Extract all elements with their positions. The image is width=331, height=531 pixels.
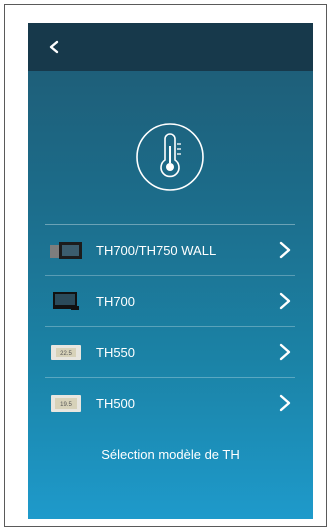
svg-text:22.5: 22.5 — [60, 351, 72, 357]
thermometer-icon — [135, 122, 205, 192]
model-label: TH500 — [96, 395, 136, 411]
black-thermostat-icon — [53, 292, 79, 310]
top-bar — [28, 23, 313, 71]
chevron-right-icon — [279, 241, 291, 259]
chevron-right-icon — [279, 343, 291, 361]
screen-caption: Sélection modèle de TH — [101, 447, 240, 462]
model-item-th550[interactable]: 22.5 TH550 — [45, 326, 295, 377]
model-label: TH700/TH750 WALL — [96, 242, 217, 258]
model-item-th500[interactable]: 19.5 TH500 — [45, 377, 295, 428]
white-thermostat-icon: 22.5 — [51, 345, 81, 360]
back-button[interactable] — [42, 35, 66, 59]
white-thermostat-icon: 19.5 — [51, 395, 81, 412]
svg-text:19.5: 19.5 — [60, 402, 72, 408]
model-list: TH700/TH750 WALL TH700 22.5 TH550 19.5 T… — [45, 224, 295, 428]
dual-thermostat-icon — [50, 242, 82, 259]
model-label: TH550 — [96, 344, 136, 360]
device-frame: TH700/TH750 WALL TH700 22.5 TH550 19.5 T… — [4, 4, 327, 527]
chevron-right-icon — [279, 394, 291, 412]
chevron-right-icon — [279, 292, 291, 310]
app-screen: TH700/TH750 WALL TH700 22.5 TH550 19.5 T… — [28, 23, 313, 519]
model-item-th700-th750-wall[interactable]: TH700/TH750 WALL — [45, 224, 295, 275]
chevron-left-icon — [49, 40, 59, 54]
model-label: TH700 — [96, 293, 136, 309]
model-item-th700[interactable]: TH700 — [45, 275, 295, 326]
